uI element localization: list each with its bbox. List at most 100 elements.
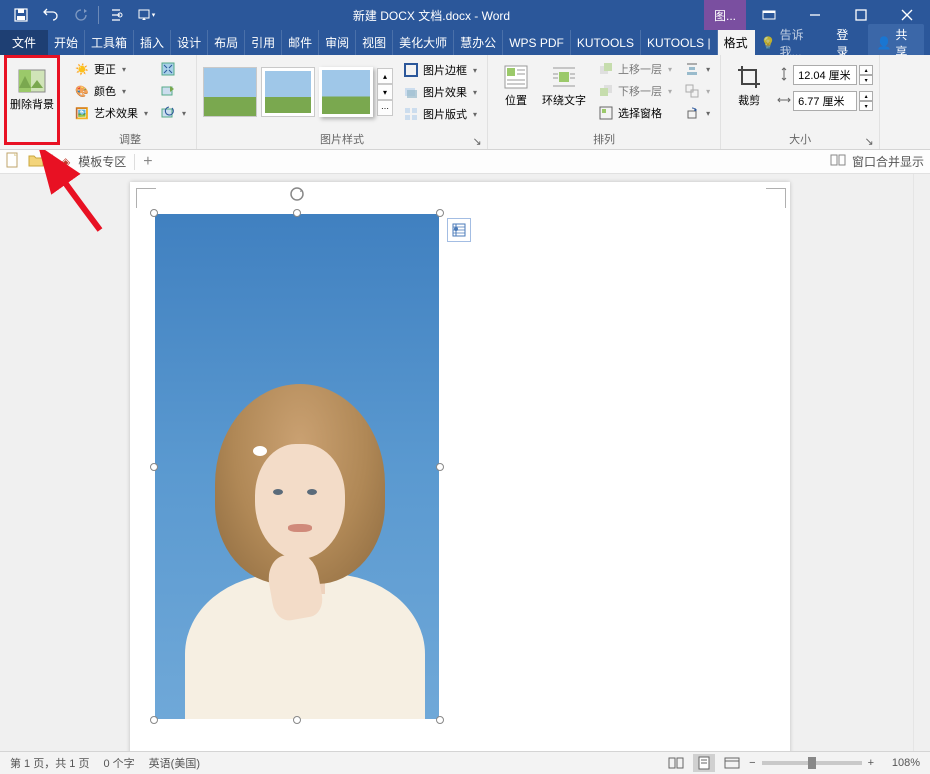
add-tab-button[interactable]: +	[143, 153, 152, 171]
selection-pane-button[interactable]: 选择窗格	[594, 103, 676, 123]
tab-design[interactable]: 设计	[171, 30, 208, 55]
resize-handle[interactable]	[150, 716, 158, 724]
height-down-icon[interactable]: ▾	[859, 75, 873, 85]
tab-wpspdf[interactable]: WPS PDF	[503, 30, 571, 55]
tab-file[interactable]: 文件	[0, 30, 48, 55]
change-picture-button[interactable]	[156, 81, 190, 101]
wrap-icon	[548, 61, 580, 93]
vertical-scrollbar[interactable]	[913, 174, 930, 751]
resize-handle[interactable]	[436, 209, 444, 217]
tab-home[interactable]: 开始	[48, 30, 85, 55]
zoom-in-icon[interactable]: +	[868, 757, 874, 769]
zoom-out-icon[interactable]: −	[749, 757, 755, 769]
read-mode-icon[interactable]	[665, 754, 687, 772]
resize-handle[interactable]	[293, 209, 301, 217]
picture-styles-gallery[interactable]: ▴ ▾ ⋯	[203, 67, 393, 117]
layout-options-button[interactable]	[447, 218, 471, 242]
corrections-button[interactable]: ☀️更正▾	[70, 59, 152, 79]
picture-effects-button[interactable]: 图片效果▾	[399, 82, 481, 102]
tab-insert[interactable]: 插入	[134, 30, 171, 55]
chevron-down-icon: ▾	[122, 87, 126, 96]
style-preset-2[interactable]	[261, 67, 315, 117]
reset-picture-button[interactable]: ▾	[156, 103, 190, 123]
resize-handle[interactable]	[436, 463, 444, 471]
picture-border-button[interactable]: 图片边框▾	[399, 60, 481, 80]
dialog-launcher-icon[interactable]: ↘	[471, 135, 483, 147]
bring-forward-button[interactable]: 上移一层▾	[594, 59, 676, 79]
zoom-thumb[interactable]	[808, 757, 816, 769]
picture-tools-context-tab[interactable]: 图...	[704, 0, 746, 30]
resize-handle[interactable]	[150, 209, 158, 217]
tab-kutools2[interactable]: KUTOOLS |	[641, 30, 718, 55]
status-bar: 第 1 页，共 1 页 0 个字 英语(美国) − + 108%	[0, 751, 930, 774]
open-folder-icon[interactable]	[28, 153, 44, 170]
page-count-label[interactable]: 第 1 页，共 1 页	[10, 755, 89, 771]
artistic-effects-button[interactable]: 🖼️艺术效果▾	[70, 103, 152, 123]
window-merge-label[interactable]: 窗口合并显示	[852, 153, 924, 170]
web-layout-icon[interactable]	[721, 754, 743, 772]
redo-icon[interactable]	[68, 2, 94, 28]
crop-button[interactable]: 裁剪	[727, 59, 771, 110]
selected-image[interactable]	[155, 214, 439, 719]
compress-pictures-button[interactable]	[156, 59, 190, 79]
chevron-down-icon: ▾	[473, 88, 477, 97]
artistic-icon: 🖼️	[74, 105, 90, 121]
align-button[interactable]: ▾	[680, 59, 714, 79]
templates-label[interactable]: 模板专区	[78, 153, 126, 170]
tab-toolbox[interactable]: 工具箱	[85, 30, 134, 55]
tab-kutools[interactable]: KUTOOLS	[571, 30, 641, 55]
style-preset-3[interactable]	[319, 67, 373, 117]
remove-background-button[interactable]: 删除背景	[6, 59, 58, 114]
template-icon[interactable]: ◈	[61, 155, 70, 169]
resize-handle[interactable]	[436, 716, 444, 724]
tab-view[interactable]: 视图	[356, 30, 393, 55]
style-preset-1[interactable]	[203, 67, 257, 117]
qat-separator	[98, 6, 99, 24]
border-icon	[403, 62, 419, 78]
forward-icon	[598, 61, 614, 77]
color-button[interactable]: 🎨颜色▾	[70, 81, 152, 101]
tab-format[interactable]: 格式	[718, 30, 755, 55]
gallery-up-icon[interactable]: ▴	[377, 68, 393, 84]
separator	[134, 154, 135, 170]
group-button[interactable]: ▾	[680, 81, 714, 101]
window-merge-icon[interactable]	[830, 154, 846, 169]
rotate-button[interactable]: ▾	[680, 103, 714, 123]
height-field[interactable]	[793, 65, 857, 85]
separator	[52, 154, 53, 170]
touch-mode-icon[interactable]	[103, 2, 129, 28]
width-up-icon[interactable]: ▴	[859, 91, 873, 101]
send-backward-button[interactable]: 下移一层▾	[594, 81, 676, 101]
picture-layout-button[interactable]: 图片版式▾	[399, 104, 481, 124]
tab-huibangong[interactable]: 慧办公	[454, 30, 503, 55]
print-layout-icon[interactable]	[693, 754, 715, 772]
wrap-text-button[interactable]: 环绕文字	[538, 59, 590, 110]
position-button[interactable]: 位置	[494, 59, 538, 110]
resize-handle[interactable]	[150, 463, 158, 471]
zoom-percent-label[interactable]: 108%	[880, 757, 920, 769]
resize-handle[interactable]	[293, 716, 301, 724]
tab-beautify[interactable]: 美化大师	[393, 30, 454, 55]
word-count-label[interactable]: 0 个字	[103, 755, 134, 771]
save-icon[interactable]	[8, 2, 34, 28]
tab-references[interactable]: 引用	[245, 30, 282, 55]
dialog-launcher-icon[interactable]: ↘	[863, 135, 875, 147]
width-down-icon[interactable]: ▾	[859, 101, 873, 111]
gallery-more-icon[interactable]: ⋯	[377, 100, 393, 116]
tab-layout[interactable]: 布局	[208, 30, 245, 55]
new-doc-icon[interactable]	[6, 152, 20, 171]
undo-icon[interactable]	[38, 2, 64, 28]
zoom-slider[interactable]	[762, 761, 862, 765]
position-label: 位置	[505, 95, 527, 108]
height-up-icon[interactable]: ▴	[859, 65, 873, 75]
rotate-handle[interactable]	[289, 186, 305, 202]
language-label[interactable]: 英语(美国)	[149, 755, 200, 771]
wrap-label: 环绕文字	[542, 95, 586, 108]
tab-review[interactable]: 审阅	[319, 30, 356, 55]
layout-label: 图片版式	[423, 106, 467, 122]
qat-more-icon[interactable]: ▾	[133, 2, 159, 28]
gallery-down-icon[interactable]: ▾	[377, 84, 393, 100]
width-field[interactable]	[793, 91, 857, 111]
width-icon	[777, 93, 791, 110]
tab-mailings[interactable]: 邮件	[282, 30, 319, 55]
